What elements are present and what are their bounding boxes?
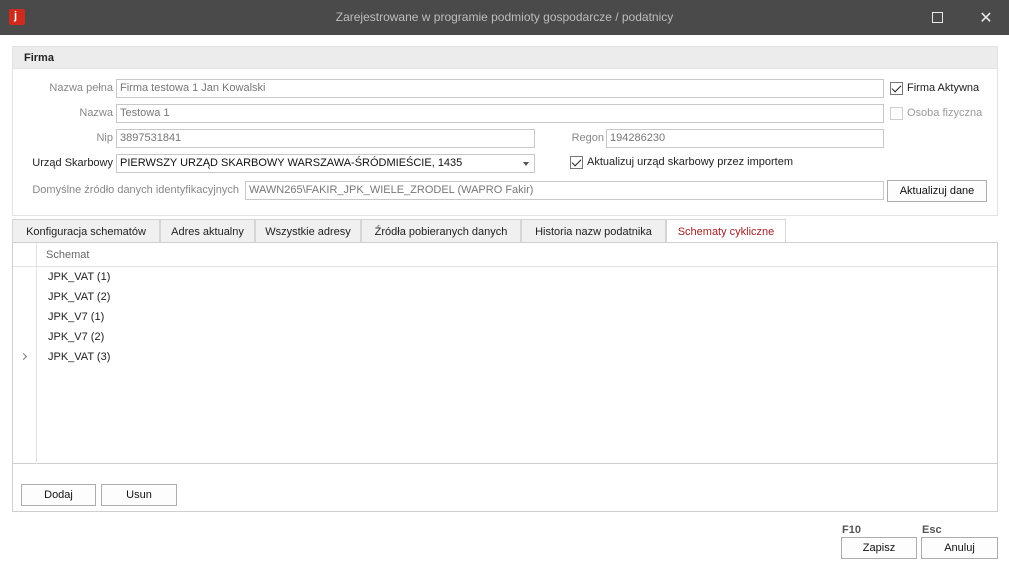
nip-label: Nip bbox=[96, 132, 113, 144]
tab-konfiguracja-schematow[interactable]: Konfiguracja schematów bbox=[12, 219, 160, 243]
close-button[interactable]: ✕ bbox=[963, 0, 1009, 35]
chevron-down-icon bbox=[523, 162, 529, 166]
title-bar: Zarejestrowane w programie podmioty gosp… bbox=[0, 0, 1009, 35]
grid-header: Schemat bbox=[13, 243, 997, 267]
regon-field[interactable]: 194286230 bbox=[606, 129, 884, 148]
grid-row[interactable]: JPK_V7 (2) bbox=[13, 327, 997, 347]
grid-row[interactable]: JPK_VAT (2) bbox=[13, 287, 997, 307]
nazwa-pelna-label: Nazwa pełna bbox=[49, 82, 113, 94]
grid-cell-schemat: JPK_VAT (3) bbox=[48, 351, 111, 363]
aktualizuj-us-label: Aktualizuj urząd skarbowy przez importem bbox=[587, 156, 794, 168]
tab-panel-schematy-cykliczne: Schemat JPK_VAT (1) JPK_VAT (2) JPK_V7 (… bbox=[12, 242, 998, 512]
tab-wszystkie-adresy[interactable]: Wszystkie adresy bbox=[255, 219, 361, 243]
tab-zrodla-pobieranych-danych[interactable]: Źródła pobieranych danych bbox=[361, 219, 521, 243]
osoba-fizyczna-label: Osoba fizyczna bbox=[907, 107, 983, 119]
grid-row[interactable]: JPK_VAT (1) bbox=[13, 267, 997, 287]
nazwa-label: Nazwa bbox=[79, 107, 113, 119]
regon-label: Regon bbox=[571, 132, 604, 144]
dodaj-button[interactable]: Dodaj bbox=[21, 484, 96, 506]
aktualizuj-dane-button[interactable]: Aktualizuj dane bbox=[887, 180, 987, 202]
urzad-skarbowy-select[interactable]: PIERWSZY URZĄD SKARBOWY WARSZAWA-ŚRÓDMIE… bbox=[116, 154, 535, 173]
save-button[interactable]: Zapisz bbox=[841, 537, 917, 559]
column-header-schemat[interactable]: Schemat bbox=[46, 249, 89, 261]
tab-schematy-cykliczne[interactable]: Schematy cykliczne bbox=[666, 219, 786, 244]
zrodlo-danych-field[interactable]: WAWN265\FAKIR_JPK_WIELE_ZRODEL (WAPRO Fa… bbox=[245, 181, 884, 200]
aktualizuj-us-checkbox[interactable] bbox=[570, 156, 583, 169]
osoba-fizyczna-checkbox[interactable] bbox=[890, 107, 903, 120]
urzad-skarbowy-value: PIERWSZY URZĄD SKARBOWY WARSZAWA-ŚRÓDMIE… bbox=[120, 157, 463, 169]
usun-button[interactable]: Usun bbox=[101, 484, 177, 506]
grid-row[interactable]: JPK_V7 (1) bbox=[13, 307, 997, 327]
cancel-shortcut-label: Esc bbox=[922, 524, 942, 536]
chevron-right-icon bbox=[19, 352, 28, 361]
zrodlo-danych-label: Domyślne źródło danych identyfikacyjnych bbox=[32, 184, 239, 196]
maximize-button[interactable] bbox=[914, 0, 960, 35]
grid-cell-schemat: JPK_VAT (2) bbox=[48, 291, 111, 303]
firma-section-title: Firma bbox=[13, 47, 997, 69]
grid-cell-schemat: JPK_V7 (2) bbox=[48, 331, 105, 343]
close-icon: ✕ bbox=[979, 9, 993, 27]
tab-historia-nazw-podatnika[interactable]: Historia nazw podatnika bbox=[521, 219, 666, 243]
maximize-icon bbox=[931, 12, 943, 23]
schematy-grid: Schemat JPK_VAT (1) JPK_VAT (2) JPK_V7 (… bbox=[13, 243, 997, 464]
firma-aktywna-checkbox[interactable] bbox=[890, 82, 903, 95]
cancel-button[interactable]: Anuluj bbox=[921, 537, 998, 559]
grid-row-current[interactable]: JPK_VAT (3) bbox=[13, 347, 997, 367]
tab-adres-aktualny[interactable]: Adres aktualny bbox=[160, 219, 255, 243]
window-title: Zarejestrowane w programie podmioty gosp… bbox=[335, 10, 674, 24]
firma-aktywna-label: Firma Aktywna bbox=[907, 82, 980, 94]
urzad-skarbowy-label: Urząd Skarbowy bbox=[32, 157, 113, 169]
nazwa-pelna-field[interactable]: Firma testowa 1 Jan Kowalski bbox=[116, 79, 884, 98]
nazwa-field[interactable]: Testowa 1 bbox=[116, 104, 884, 123]
grid-cell-schemat: JPK_V7 (1) bbox=[48, 311, 105, 323]
save-shortcut-label: F10 bbox=[842, 524, 861, 536]
firma-group: Firma Nazwa pełna Firma testowa 1 Jan Ko… bbox=[12, 46, 998, 216]
nip-field[interactable]: 3897531841 bbox=[116, 129, 535, 148]
grid-cell-schemat: JPK_VAT (1) bbox=[48, 271, 111, 283]
